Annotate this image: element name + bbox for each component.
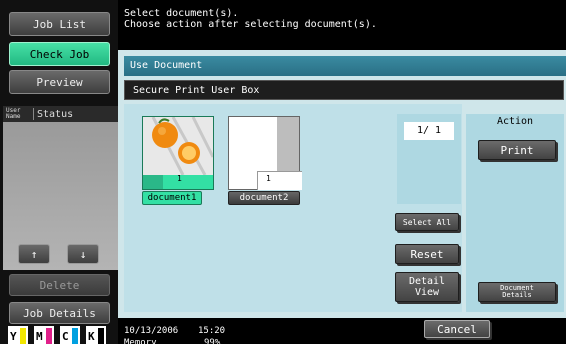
document-name-label[interactable]: document1 [142,191,202,205]
page-number-box: 1 [257,171,302,190]
document-name-label[interactable]: document2 [228,191,300,205]
arrow-down-icon: ↓ [79,247,87,261]
user-name-column-header: User Name [6,107,21,120]
toner-indicator-cyan: C [60,326,80,344]
toner-level-bar [98,328,104,344]
memory-value: 99% [204,338,221,348]
document-thumbnail[interactable]: 1 [142,116,214,190]
action-title: Action [496,116,534,127]
detail-view-button[interactable]: Detail View [395,272,459,302]
toner-indicator-magenta: M [34,326,54,344]
toner-indicator-yellow: Y [8,326,28,344]
svg-text:1: 1 [177,174,182,183]
arrow-up-icon: ↑ [30,247,38,261]
toner-level-bar [46,328,52,344]
document-details-button[interactable]: Document Details [478,282,556,302]
toner-level-bar [72,328,78,344]
column-divider [33,108,34,120]
page-indicator: 1/ 1 [404,122,454,140]
reset-button[interactable]: Reset [395,244,459,264]
scroll-down-button[interactable]: ↓ [67,244,99,264]
document-thumbnail[interactable]: 1 [228,116,302,190]
user-box-name: Secure Print User Box [124,80,564,100]
status-column-header: Status [37,108,74,120]
window-title: Use Document [124,56,566,76]
preview-button[interactable]: Preview [9,70,110,94]
check-job-button[interactable]: Check Job [9,42,110,66]
message-area: Select document(s). Choose action after … [118,0,566,50]
left-sidebar: Job List Check Job Preview User Name Sta… [0,0,118,344]
time-display: 15:20 [198,326,226,336]
delete-button[interactable]: Delete [9,274,110,296]
cancel-button[interactable]: Cancel [424,320,490,338]
toner-level-bar [20,328,26,344]
job-list-header: User Name Status [3,106,118,122]
job-details-button[interactable]: Job Details [9,302,110,324]
memory-label: Memory [124,338,157,348]
date-display: 10/13/2006 [124,326,179,336]
scroll-up-button[interactable]: ↑ [18,244,50,264]
select-all-button[interactable]: Select All [395,213,459,231]
oranges-photo-icon: 1 [143,117,213,189]
print-button[interactable]: Print [478,140,556,160]
message-line-2: Choose action after selecting document(s… [124,19,377,30]
job-list-button[interactable]: Job List [9,12,110,36]
toner-indicator-black: K [86,326,106,344]
status-bar: 10/13/2006 15:20 Memory 99% [118,318,566,348]
message-line-1: Select document(s). [124,8,239,19]
